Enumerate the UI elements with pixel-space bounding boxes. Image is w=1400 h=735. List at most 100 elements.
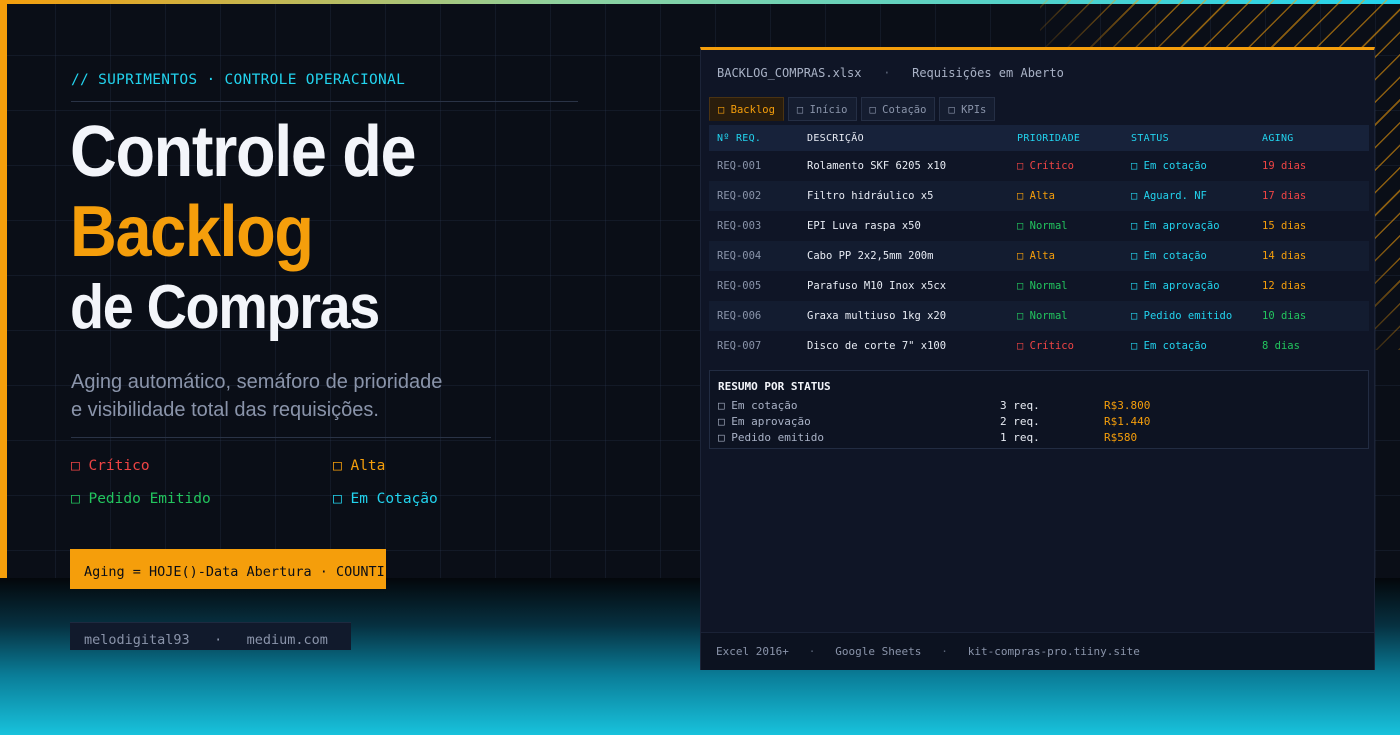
footer-excel: Excel 2016+ [716, 645, 789, 658]
status-cell: □ Em cotação [1131, 340, 1207, 352]
square-icon: □ [1017, 190, 1024, 202]
aging-cell: 15 dias [1262, 220, 1307, 232]
priority-cell: □ Alta [1017, 250, 1055, 262]
column-header: DESCRIÇÃO [807, 132, 864, 144]
square-icon: □ [718, 399, 725, 412]
req-id: REQ-007 [717, 340, 762, 352]
tab-kpis[interactable]: □ KPIs [939, 97, 996, 121]
status-summary: RESUMO POR STATUS □ Em cotação 3 req. R$… [709, 370, 1369, 449]
status-cell: □ Pedido emitido [1131, 310, 1233, 322]
legend-label: Alta [350, 458, 386, 474]
tab-inicio[interactable]: □ Início [787, 97, 857, 121]
aging-cell: 17 dias [1262, 190, 1307, 202]
backlog-table: Nº REQ. DESCRIÇÃO PRIORIDADE STATUS AGIN… [709, 125, 1369, 361]
table-row[interactable]: REQ-002 Filtro hidráulico x5 □ Alta □ Ag… [709, 181, 1369, 211]
footer-sheets: Google Sheets [835, 645, 922, 658]
summary-count: 3 req. [1000, 399, 1040, 412]
square-icon: □ [71, 458, 80, 474]
req-id: REQ-004 [717, 250, 762, 262]
square-icon: □ [718, 415, 725, 428]
divider [71, 437, 491, 438]
table-row[interactable]: REQ-006 Graxa multiuso 1kg x20 □ Normal … [709, 301, 1369, 331]
priority-cell: □ Normal [1017, 280, 1068, 292]
square-icon: □ [1131, 250, 1138, 262]
page-title: Controle de Backlog de Compras [70, 112, 417, 342]
legend-high: □ Alta [333, 458, 385, 474]
aging-cell: 14 dias [1262, 250, 1307, 262]
square-icon: □ [1017, 280, 1024, 292]
summary-row: □ Pedido emitido 1 req. R$580 [718, 431, 1138, 444]
aging-cell: 8 dias [1262, 340, 1300, 352]
credit-site: medium.com [246, 632, 328, 648]
priority-cell: □ Alta [1017, 190, 1055, 202]
legend-critical: □ Crítico [71, 458, 150, 474]
square-icon: □ [718, 104, 725, 116]
aging-cell: 12 dias [1262, 280, 1307, 292]
square-icon: □ [1017, 160, 1024, 172]
req-id: REQ-002 [717, 190, 762, 202]
tab-backlog[interactable]: □ Backlog [709, 97, 784, 121]
square-icon: □ [948, 104, 955, 116]
column-header: Nº REQ. [717, 132, 762, 144]
req-description: Filtro hidráulico x5 [807, 190, 934, 202]
formula-badge: Aging = HOJE()-Data Abertura · COUNTIF [70, 549, 386, 589]
square-icon: □ [796, 104, 804, 116]
req-id: REQ-006 [717, 310, 762, 322]
status-cell: □ Aguard. NF [1131, 190, 1207, 202]
title-line-2: Backlog [70, 192, 314, 272]
req-description: Graxa multiuso 1kg x20 [807, 310, 947, 322]
req-description: Cabo PP 2x2,5mm 200m [807, 250, 934, 262]
priority-cell: □ Normal [1017, 310, 1068, 322]
sheet-tabs: □ Backlog □ Início □ Cotação □ KPIs [709, 97, 996, 121]
subtitle: Aging automático, semáforo de prioridade… [71, 368, 501, 424]
subtitle-line-1: Aging automático, semáforo de prioridade [71, 371, 443, 393]
legend-label: Pedido Emitido [88, 491, 211, 507]
legend-order-issued: □ Pedido Emitido [71, 491, 211, 507]
square-icon: □ [71, 491, 80, 507]
req-description: Rolamento SKF 6205 x10 [807, 160, 947, 172]
square-icon: □ [1017, 340, 1024, 352]
legend-in-quotation: □ Em Cotação [333, 491, 438, 507]
title-line-3: de Compras [70, 273, 380, 342]
summary-value: R$580 [1104, 431, 1138, 444]
tab-cotacao[interactable]: □ Cotação [860, 97, 936, 121]
summary-row: □ Em aprovação 2 req. R$1.440 [718, 415, 1151, 428]
priority-cell: □ Crítico [1017, 160, 1074, 172]
footer-link[interactable]: kit-compras-pro.tiiny.site [968, 645, 1140, 658]
status-cell: □ Em cotação [1131, 160, 1207, 172]
file-name: BACKLOG_COMPRAS.xlsx [717, 66, 862, 80]
summary-count: 1 req. [1000, 431, 1040, 444]
req-description: EPI Luva raspa x50 [807, 220, 921, 232]
summary-count: 2 req. [1000, 415, 1040, 428]
aging-cell: 10 dias [1262, 310, 1307, 322]
req-description: Parafuso M10 Inox x5cx [807, 280, 947, 292]
panel-footer: Excel 2016+ · Google Sheets · kit-compra… [701, 632, 1374, 670]
req-description: Disco de corte 7" x100 [807, 340, 947, 352]
credit-author: melodigital93 [84, 632, 190, 648]
square-icon: □ [1131, 220, 1138, 232]
square-icon: □ [1017, 250, 1024, 262]
req-id: REQ-001 [717, 160, 762, 172]
req-id: REQ-003 [717, 220, 762, 232]
table-header: Nº REQ. DESCRIÇÃO PRIORIDADE STATUS AGIN… [709, 125, 1369, 151]
table-row[interactable]: REQ-007 Disco de corte 7" x100 □ Crítico… [709, 331, 1369, 361]
summary-value: R$3.800 [1104, 399, 1151, 412]
column-header: STATUS [1131, 132, 1169, 144]
summary-value: R$1.440 [1104, 415, 1151, 428]
square-icon: □ [1131, 310, 1138, 322]
table-row[interactable]: REQ-004 Cabo PP 2x2,5mm 200m □ Alta □ Em… [709, 241, 1369, 271]
table-row[interactable]: REQ-003 EPI Luva raspa x50 □ Normal □ Em… [709, 211, 1369, 241]
status-cell: □ Em aprovação [1131, 280, 1220, 292]
table-row[interactable]: REQ-001 Rolamento SKF 6205 x10 □ Crítico… [709, 151, 1369, 181]
square-icon: □ [869, 104, 876, 116]
legend-label: Em Cotação [350, 491, 438, 507]
panel-header: BACKLOG_COMPRAS.xlsx · Requisições em Ab… [717, 66, 1064, 80]
column-header: PRIORIDADE [1017, 132, 1081, 144]
sheet-title: Requisições em Aberto [912, 66, 1064, 80]
square-icon: □ [333, 458, 342, 474]
table-row[interactable]: REQ-005 Parafuso M10 Inox x5cx □ Normal … [709, 271, 1369, 301]
status-cell: □ Em cotação [1131, 250, 1207, 262]
square-icon: □ [333, 491, 342, 507]
header-separator: · [883, 66, 891, 80]
priority-cell: □ Normal [1017, 220, 1068, 232]
